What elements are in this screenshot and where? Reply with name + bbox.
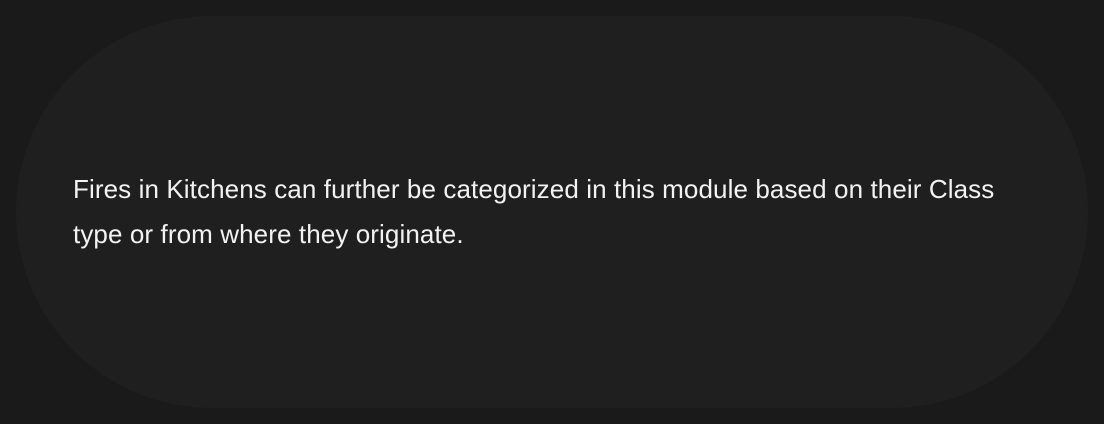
info-card: Fires in Kitchens can further be categor…: [0, 0, 1104, 424]
info-card-text: Fires in Kitchens can further be categor…: [73, 174, 995, 249]
